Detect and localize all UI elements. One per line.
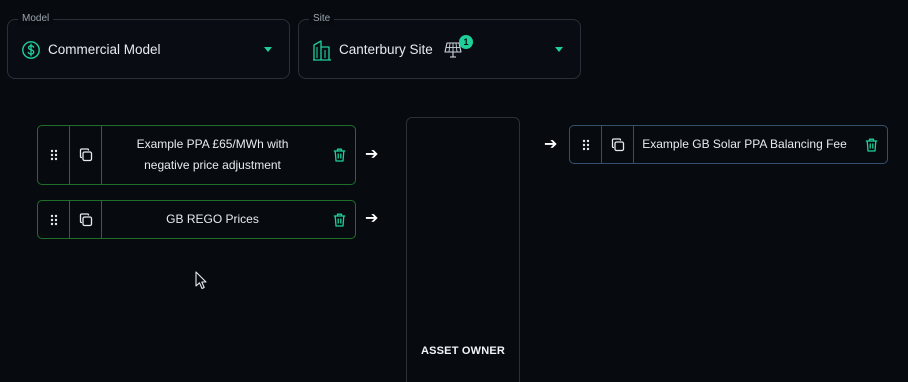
model-selector-legend: Model [18,13,54,25]
mouse-cursor-icon [195,271,207,290]
drag-handle-icon[interactable] [570,126,602,163]
copy-icon[interactable] [70,126,102,184]
contract-label: GB REGO Prices [166,212,259,226]
trash-icon[interactable] [855,126,887,163]
dollar-circle-icon [22,41,40,59]
copy-icon[interactable] [70,201,102,238]
flow-arrow-icon: ➔ [544,136,558,153]
asset-owner-label: ASSET OWNER [420,345,506,357]
chevron-down-icon[interactable] [264,47,272,52]
contract-label-line-1: Example PPA £65/MWh with [136,137,289,151]
site-selector-legend: Site [309,13,335,25]
site-selector[interactable]: Site Canterbury Site 1 [298,13,581,79]
contract-label-line-2: negative price adjustment [144,158,281,172]
trash-icon[interactable] [323,126,355,184]
contract-card-balancing-fee[interactable]: Example GB Solar PPA Balancing Fee [569,125,888,164]
copy-icon[interactable] [602,126,634,163]
flow-arrow-icon: ➔ [365,210,379,227]
contract-card-ppa[interactable]: Example PPA £65/MWh with negative price … [37,125,356,185]
drag-handle-icon[interactable] [38,201,70,238]
site-selector-value: Canterbury Site [339,42,433,57]
contract-card-rego[interactable]: GB REGO Prices [37,200,356,239]
contract-label: Example PPA £65/MWh with negative price … [102,126,323,184]
trash-icon[interactable] [323,201,355,238]
drag-handle-icon[interactable] [38,126,70,184]
asset-owner-node[interactable]: ASSET OWNER [406,117,520,382]
chevron-down-icon[interactable] [555,47,563,52]
flow-arrow-icon: ➔ [365,146,379,163]
model-selector[interactable]: Model Commercial Model [7,13,290,79]
model-selector-value: Commercial Model [48,42,161,57]
site-count-badge: 1 [459,35,473,49]
contract-label: Example GB Solar PPA Balancing Fee [642,137,847,151]
building-icon [313,40,331,61]
